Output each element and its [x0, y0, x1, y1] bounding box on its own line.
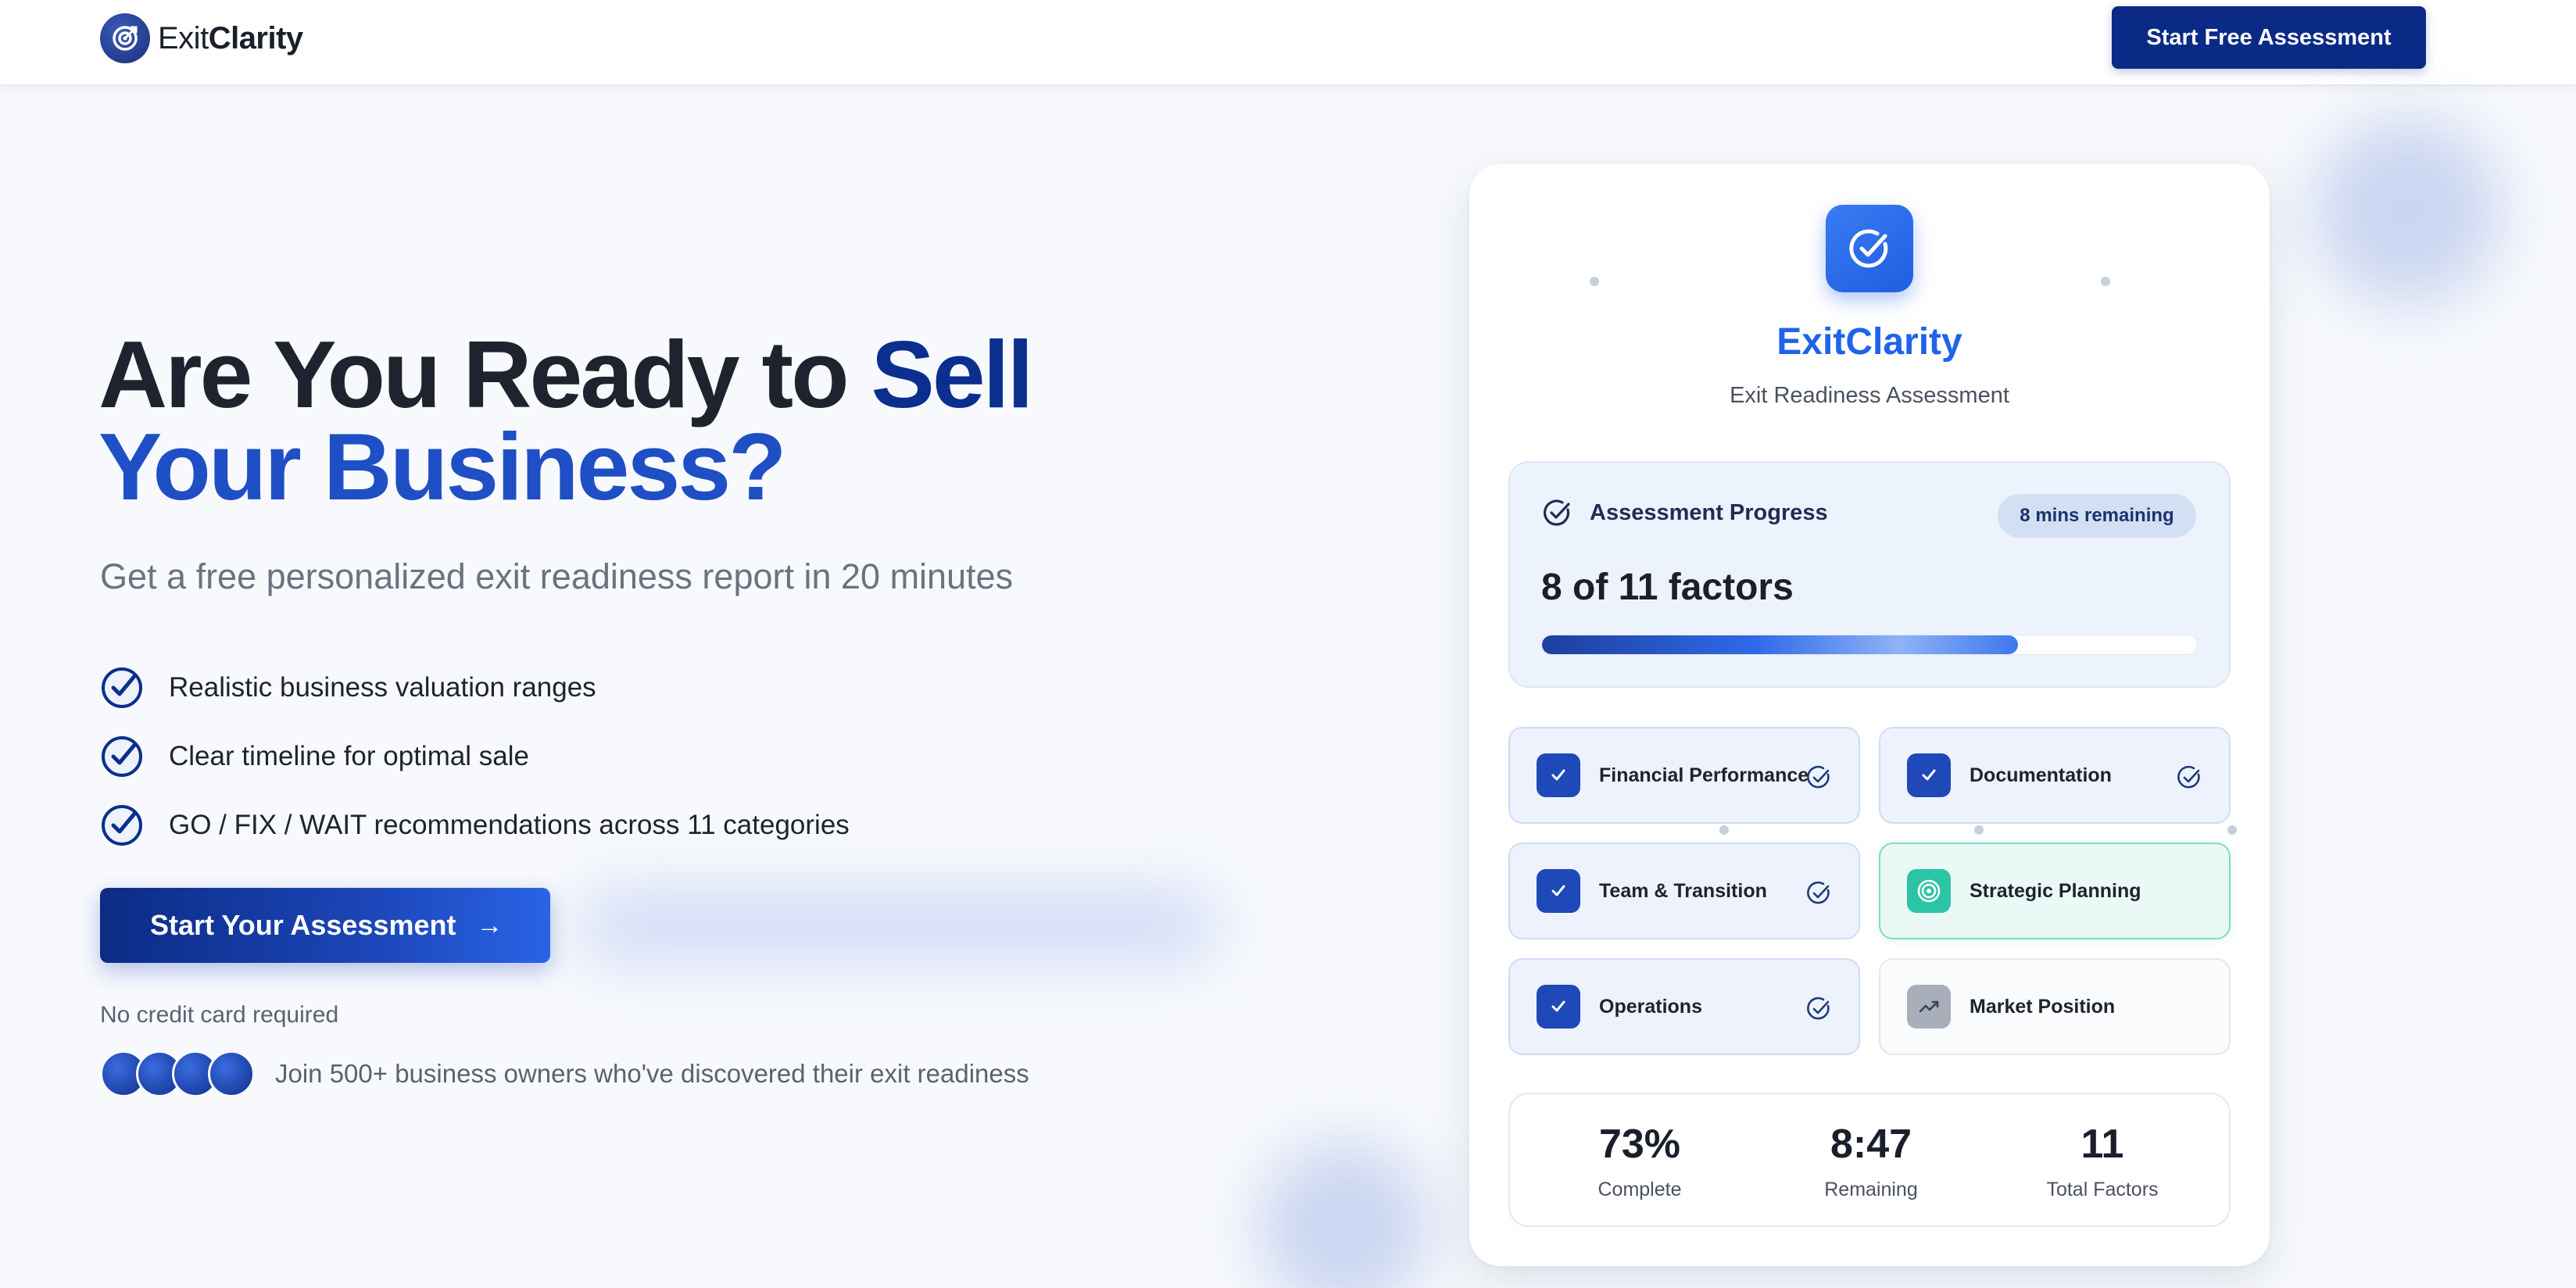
factor-tile-market-position[interactable]: Market Position	[1879, 958, 2231, 1055]
decorative-dot	[2227, 825, 2237, 835]
factor-label: Documentation	[1970, 764, 2112, 786]
feature-item: Clear timeline for optimal sale	[100, 722, 850, 791]
logo[interactable]: ExitClarity	[100, 13, 303, 64]
feature-list: Realistic business valuation ranges Clea…	[100, 653, 850, 860]
target-icon	[1907, 869, 1951, 913]
hero-subtitle: Get a free personalized exit readiness r…	[100, 556, 1014, 596]
check-circle-icon	[102, 805, 142, 846]
logo-text-bold: Clarity	[208, 20, 304, 55]
check-icon	[1537, 985, 1580, 1029]
social-proof-text: Join 500+ business owners who've discove…	[275, 1059, 1029, 1088]
check-icon	[1537, 753, 1580, 797]
target-logo-icon	[100, 13, 150, 63]
feature-item: Realistic business valuation ranges	[100, 653, 850, 722]
check-circle-icon	[1807, 881, 1830, 904]
factor-label: Market Position	[1970, 995, 2116, 1018]
background-blur	[1258, 1141, 1430, 1288]
trending-up-icon	[1907, 985, 1951, 1029]
stat-value: 8:47	[1830, 1122, 1912, 1167]
time-remaining-badge: 8 mins remaining	[1998, 494, 2196, 538]
stat-remaining: 8:47 Remaining	[1754, 1121, 1988, 1201]
factor-tile-financial-performance[interactable]: Financial Performance	[1508, 727, 1860, 824]
factor-tile-strategic-planning[interactable]: Strategic Planning	[1879, 843, 2231, 939]
feature-text: Clear timeline for optimal sale	[169, 741, 530, 771]
cta-glow	[578, 891, 1219, 961]
factor-label: Team & Transition	[1599, 879, 1767, 902]
check-circle-icon	[1807, 996, 1830, 1020]
logo-text: ExitClarity	[158, 21, 303, 56]
check-circle-icon	[1543, 499, 1570, 526]
check-icon	[1907, 753, 1951, 797]
logo-text-regular: Exit	[158, 20, 209, 55]
check-circle-app-icon	[1826, 205, 1913, 292]
hero-title-accent-sell: Sell	[871, 321, 1034, 428]
hero-title: Are You Ready to Sell Your Business?	[98, 327, 1193, 514]
factor-label: Strategic Planning	[1970, 879, 2141, 902]
decorative-dot	[1590, 277, 1599, 286]
factors-count: 8 of 11 factors	[1541, 567, 1794, 608]
factor-tile-team-transition[interactable]: Team & Transition	[1508, 843, 1860, 939]
social-proof: Join 500+ business owners who've discove…	[100, 1050, 1029, 1097]
check-circle-icon	[102, 667, 142, 708]
progress-bar	[1541, 635, 2198, 655]
factor-tile-documentation[interactable]: Documentation	[1879, 727, 2231, 824]
check-circle-icon	[102, 736, 142, 777]
check-icon	[1537, 869, 1580, 913]
stat-total-factors: 11 Total Factors	[1985, 1121, 2220, 1201]
stat-label: Complete	[1597, 1179, 1682, 1200]
stat-value: 73%	[1598, 1122, 1681, 1167]
card-subtitle: Exit Readiness Assessment	[1730, 383, 2009, 408]
card-title: ExitClarity	[1776, 321, 1962, 363]
start-your-assessment-button[interactable]: Start Your Assessment →	[100, 888, 550, 963]
check-circle-icon	[2177, 765, 2200, 789]
decorative-dot	[1974, 825, 1984, 835]
arrow-right-icon: →	[476, 910, 503, 940]
avatar	[208, 1050, 255, 1097]
start-free-assessment-button[interactable]: Start Free Assessment	[2112, 6, 2426, 69]
decorative-dot	[1719, 825, 1729, 835]
assessment-preview-card: ExitClarity Exit Readiness Assessment As…	[1469, 164, 2270, 1266]
feature-text: Realistic business valuation ranges	[169, 672, 596, 703]
progress-bar-fill	[1542, 635, 2019, 654]
stat-value: 11	[2080, 1122, 2124, 1167]
stat-complete: 73% Complete	[1522, 1121, 1757, 1201]
factor-label: Operations	[1599, 995, 1702, 1018]
factor-label: Financial Performance	[1599, 764, 1809, 786]
feature-text: GO / FIX / WAIT recommendations across 1…	[169, 810, 850, 840]
hero-title-accent-business: Your Business?	[98, 413, 787, 520]
progress-label: Assessment Progress	[1590, 499, 1828, 525]
check-circle-icon	[1807, 765, 1830, 789]
avatar-stack	[100, 1050, 255, 1097]
stat-label: Total Factors	[2046, 1179, 2159, 1200]
decorative-dot	[2101, 277, 2110, 286]
top-nav: ExitClarity Start Free Assessment	[0, 0, 2576, 86]
background-blur	[2313, 117, 2501, 305]
assessment-progress-panel: Assessment Progress 8 mins remaining 8 o…	[1508, 461, 2231, 688]
cta-label: Start Your Assessment	[150, 909, 456, 941]
factor-tile-operations[interactable]: Operations	[1508, 958, 1860, 1055]
hero-title-part1: Are You Ready to	[98, 321, 871, 428]
no-credit-card-note: No credit card required	[100, 1002, 339, 1028]
stats-panel: 73% Complete 8:47 Remaining 11 Total Fac…	[1508, 1093, 2231, 1227]
feature-item: GO / FIX / WAIT recommendations across 1…	[100, 791, 850, 860]
stat-label: Remaining	[1824, 1179, 1918, 1200]
progress-header: Assessment Progress	[1541, 497, 1828, 528]
